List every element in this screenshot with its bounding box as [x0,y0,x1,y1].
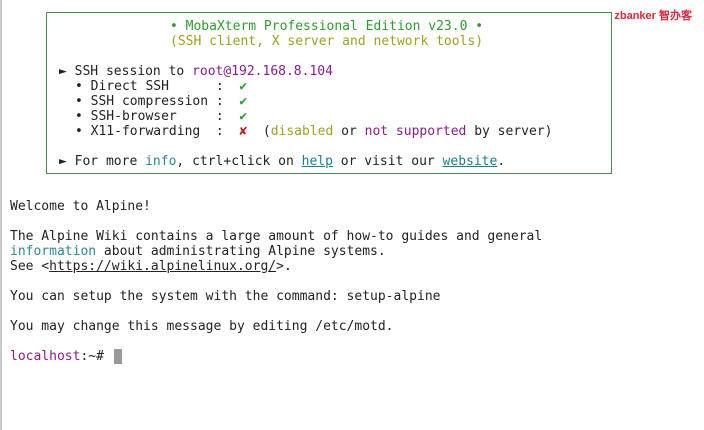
feature-label: • SSH-browser : [75,109,224,124]
cross-icon: ✘ [239,124,248,139]
alpine-wiki-link[interactable]: https://wiki.alpinelinux.org/ [49,259,276,274]
motd-welcome: Welcome to Alpine! [10,199,151,214]
terminal-cursor[interactable] [114,349,122,364]
banner-title: • MobaXterm Professional Edition v23.0 • [170,19,484,34]
checkmark-icon: ✔ [239,109,248,124]
information-highlight: information [10,244,97,259]
watermark-logo: zbanker 智办客 [614,10,692,22]
feature-ssh-browser: • SSH-browser : ✔ [75,109,247,124]
window-left-border [0,0,2,430]
bullet-arrow-icon: ► [59,154,67,169]
banner-subtitle: (SSH client, X server and network tools) [170,34,484,49]
motd-see-line: See <https://wiki.alpinelinux.org/>. [10,259,292,274]
prompt-host: localhost [10,349,81,364]
motd-change-line: You may change this message by editing /… [10,319,394,334]
feature-label: • SSH compression : [75,94,224,109]
help-link[interactable]: help [302,154,333,169]
prompt-path: :~# [80,349,104,364]
website-link[interactable]: website [443,154,498,169]
checkmark-icon: ✔ [239,79,248,94]
checkmark-icon: ✔ [239,94,248,109]
feature-label: • X11-forwarding : [75,124,224,139]
feature-ssh-compression: • SSH compression : ✔ [75,94,247,109]
x11-not-supported-label: not supported [364,124,467,139]
feature-x11-forwarding: • X11-forwarding : ✘ (disabled or not su… [75,124,553,139]
info-highlight: info [145,154,177,169]
bullet-arrow-icon: ► [59,64,67,79]
x11-disabled-label: disabled [270,124,334,139]
session-prefix: SSH session to [74,64,185,79]
motd-wiki-line-2: information about administrating Alpine … [10,244,386,259]
feature-direct-ssh: • Direct SSH : ✔ [75,79,247,94]
feature-label: • Direct SSH : [75,79,224,94]
banner-footer: ► For more info, ctrl+click on help or v… [59,154,506,169]
motd-setup-line: You can setup the system with the comman… [10,289,441,304]
session-target: root@192.168.8.104 [192,64,333,79]
motd-wiki-line-1: The Alpine Wiki contains a large amount … [10,229,543,244]
shell-prompt[interactable]: localhost:~# [10,349,104,364]
ssh-session-line: ► SSH session to root@192.168.8.104 [59,64,333,79]
